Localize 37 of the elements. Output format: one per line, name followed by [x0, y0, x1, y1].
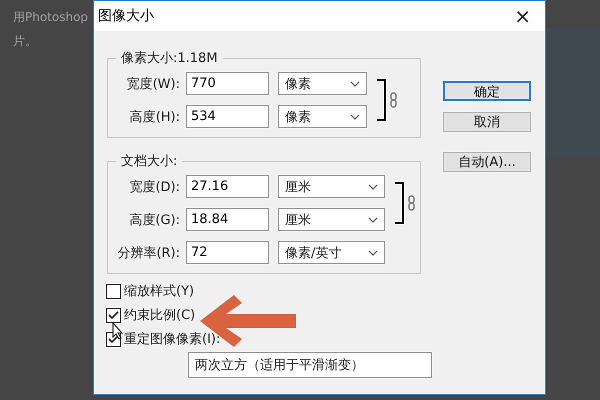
number-field[interactable]: 770: [186, 72, 269, 95]
dialog-button[interactable]: 自动(A)...: [443, 152, 531, 172]
field-label: 高度(H):: [128, 108, 180, 126]
chevron-down-icon: [368, 216, 378, 222]
dialog-button[interactable]: 取消: [443, 112, 531, 132]
group-title: 文档大小:: [120, 153, 178, 170]
checkmark-icon: [108, 334, 119, 344]
group-title: 像素大小:1.18M: [120, 50, 219, 67]
checkbox-option[interactable]: 缩放样式(Y): [106, 282, 421, 300]
resample-dropdown[interactable]: 两次立方（适用于平滑渐变）: [188, 352, 432, 378]
field-label: 高度(G):: [128, 212, 180, 228]
field-label: 宽度(D):: [128, 178, 180, 196]
number-field[interactable]: 534: [186, 105, 269, 128]
article-text: 片。: [13, 33, 38, 50]
number-field[interactable]: 27.16: [186, 175, 269, 198]
window-title: 图像大小: [98, 7, 154, 25]
dialog-button[interactable]: 确定: [443, 81, 531, 101]
unit-dropdown[interactable]: 厘米: [278, 208, 385, 231]
field-label: 分辨率(R):: [116, 244, 180, 262]
checkbox-option[interactable]: 约束比例(C): [106, 306, 421, 324]
unit-dropdown[interactable]: 厘米: [278, 175, 385, 198]
number-field[interactable]: 18.84: [186, 208, 269, 231]
cursor-icon: [112, 322, 124, 340]
chevron-down-icon: [350, 114, 360, 120]
chevron-down-icon: [368, 184, 378, 190]
chain-link-icon: [408, 195, 415, 211]
field-label: 宽度(W):: [126, 76, 180, 92]
checkmark-icon: [108, 310, 119, 320]
chevron-down-icon: [368, 250, 378, 256]
close-button[interactable]: ×: [510, 4, 535, 28]
chain-link-icon: [390, 92, 397, 108]
unit-dropdown[interactable]: 像素: [278, 105, 367, 128]
chevron-down-icon: [350, 80, 360, 86]
unit-dropdown[interactable]: 像素: [278, 72, 367, 95]
number-field[interactable]: 72: [186, 241, 269, 264]
unit-dropdown[interactable]: 像素/英寸: [278, 241, 385, 264]
article-text: 用Photoshop: [13, 9, 88, 26]
